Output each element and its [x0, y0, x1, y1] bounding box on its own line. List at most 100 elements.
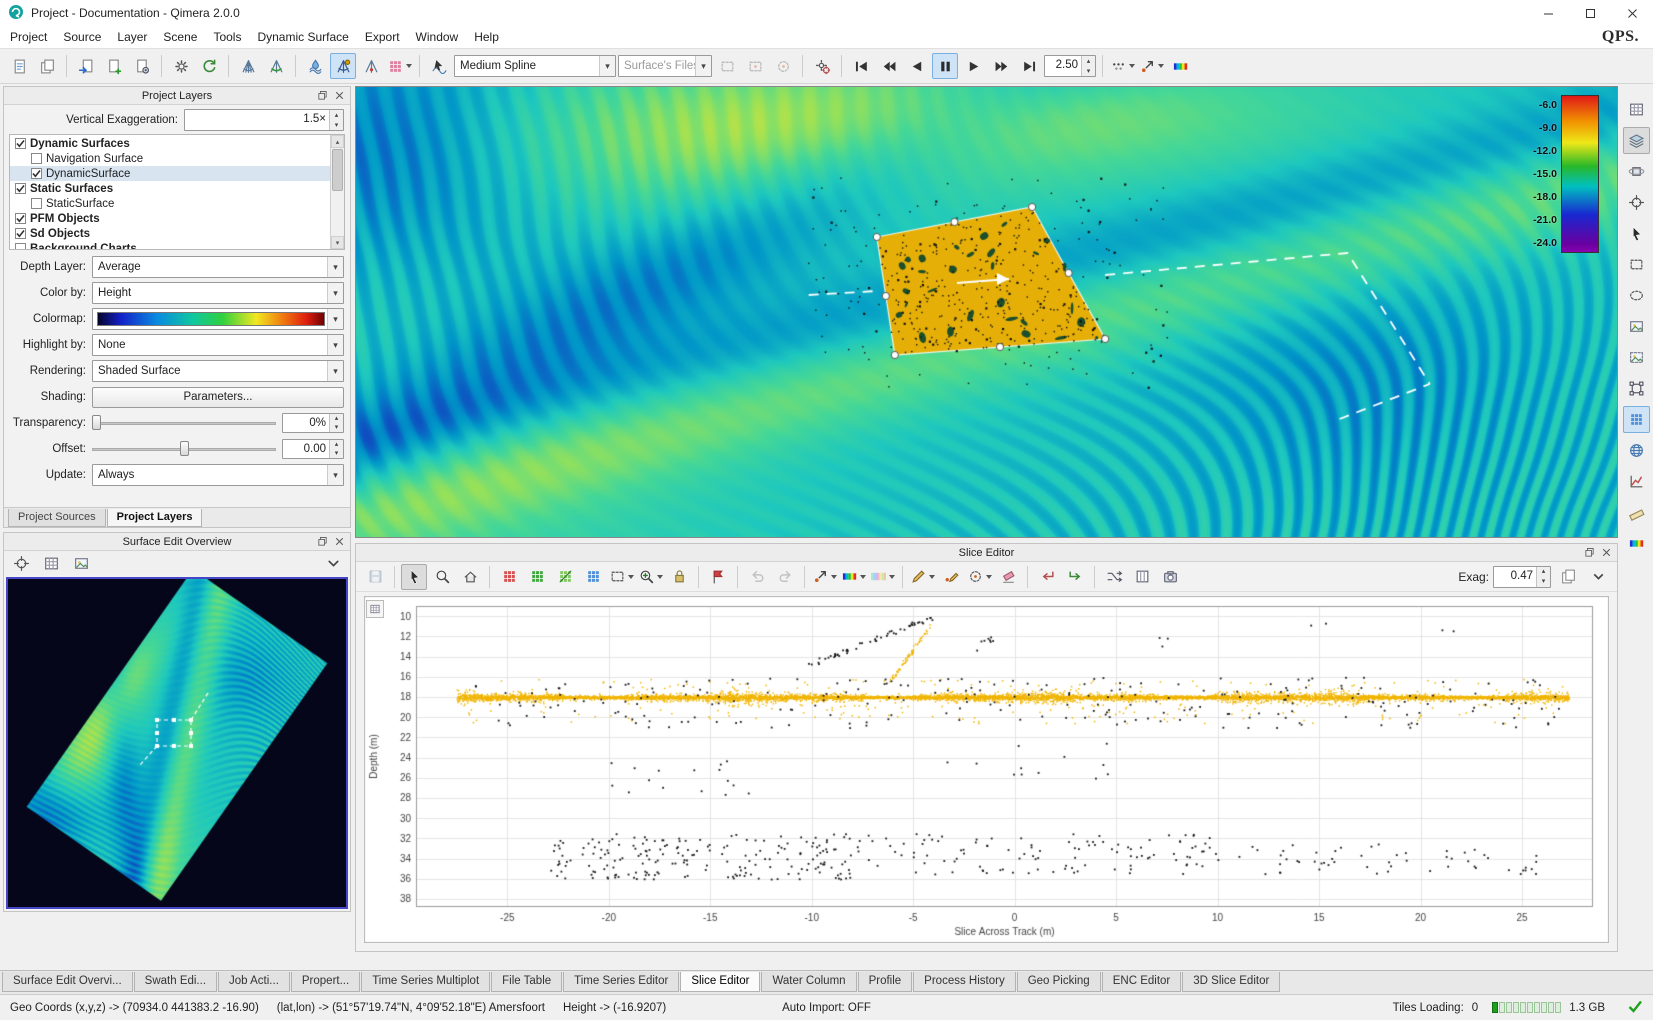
open-project-button[interactable]	[34, 53, 60, 79]
plot-options-button[interactable]	[366, 600, 384, 618]
pause-button[interactable]	[932, 53, 958, 79]
tab-time-series-multiplot[interactable]: Time Series Multiplot	[361, 972, 490, 992]
tab-job-acti[interactable]: Job Acti...	[218, 972, 290, 992]
eraser-button[interactable]	[995, 564, 1021, 590]
menu-dynamic-surface[interactable]: Dynamic Surface	[249, 27, 356, 47]
depth-layer-select[interactable]: Average ▾	[92, 256, 344, 278]
next-slice-button[interactable]	[1062, 564, 1088, 590]
frame-select-button[interactable]	[1623, 375, 1650, 402]
close-panel-icon[interactable]	[1598, 545, 1615, 561]
image-select-button[interactable]	[1623, 344, 1650, 371]
mini-colormap-button[interactable]	[1623, 530, 1650, 557]
export-surface-button[interactable]	[129, 53, 155, 79]
globe-view-button[interactable]	[1623, 437, 1650, 464]
tab-3d-slice-editor[interactable]: 3D Slice Editor	[1182, 972, 1280, 992]
tab-propert[interactable]: Propert...	[291, 972, 360, 992]
shading-parameters-button[interactable]: Parameters...	[92, 387, 344, 408]
tab-swath-edi[interactable]: Swath Edi...	[134, 972, 217, 992]
reject-soundings-button[interactable]	[496, 564, 522, 590]
offset-spin[interactable]: 0.00 ▴▾	[282, 439, 344, 459]
water-column-mode-button[interactable]	[302, 53, 328, 79]
copy-plot-button[interactable]	[1555, 564, 1581, 590]
collapse-toolbar-button[interactable]	[1585, 564, 1611, 590]
surface-overview-canvas[interactable]	[8, 579, 346, 907]
lasso-select-button[interactable]	[1623, 251, 1650, 278]
transparency-spin[interactable]: 0% ▴▾	[282, 413, 344, 433]
transparency-slider[interactable]	[92, 414, 276, 432]
spin-up-icon[interactable]: ▴	[330, 440, 343, 449]
tree-item-sd-objects[interactable]: Sd Objects	[10, 226, 330, 241]
menu-layer[interactable]: Layer	[109, 27, 155, 47]
tab-slice-editor[interactable]: Slice Editor	[680, 972, 760, 992]
skip-to-start-button[interactable]	[848, 53, 874, 79]
orbit-view-button[interactable]	[1623, 158, 1650, 185]
select-rect-button[interactable]	[608, 564, 635, 590]
update-select[interactable]: Always ▾	[92, 464, 344, 486]
tree-item-pfm-objects[interactable]: PFM Objects	[10, 211, 330, 226]
close-panel-icon[interactable]	[331, 88, 348, 104]
color-by-button[interactable]	[840, 564, 867, 590]
tab-file-table[interactable]: File Table	[491, 972, 562, 992]
processing-settings-button[interactable]	[809, 53, 835, 79]
playback-speed[interactable]: 2.50▴▾	[1044, 55, 1096, 77]
add-processed-files-button[interactable]	[101, 53, 127, 79]
spin-up-icon[interactable]: ▴	[330, 414, 343, 423]
point-display-button[interactable]	[1109, 53, 1136, 79]
minimize-button[interactable]	[1527, 0, 1569, 26]
zoom-select-button[interactable]	[637, 564, 664, 590]
recenter-button[interactable]	[8, 550, 34, 576]
menu-help[interactable]: Help	[466, 27, 507, 47]
scroll-thumb[interactable]	[332, 149, 343, 191]
float-panel-icon[interactable]	[314, 88, 331, 104]
select-cursor-button[interactable]	[401, 564, 427, 590]
slider-thumb[interactable]	[92, 415, 101, 430]
tab-water-column[interactable]: Water Column	[761, 972, 856, 992]
menu-source[interactable]: Source	[55, 27, 109, 47]
checkbox[interactable]	[15, 243, 26, 249]
reprocess-button[interactable]	[196, 53, 222, 79]
float-panel-icon[interactable]	[1581, 545, 1598, 561]
color-by-select[interactable]: Height ▾	[92, 282, 344, 304]
spin-down-icon[interactable]: ▾	[1082, 66, 1095, 76]
new-project-button[interactable]	[6, 53, 32, 79]
slice-edit-mode-button[interactable]	[330, 53, 356, 79]
bathymetry-canvas[interactable]	[356, 87, 1617, 537]
checkbox[interactable]	[15, 138, 26, 149]
spline-mode-select[interactable]: Medium Spline▾	[454, 55, 616, 77]
prev-slice-button[interactable]	[1034, 564, 1060, 590]
point-select-button[interactable]	[1138, 53, 1165, 79]
point-region-button[interactable]	[966, 564, 993, 590]
highlight-by-select[interactable]: None ▾	[92, 334, 344, 356]
checkbox[interactable]	[15, 228, 26, 239]
skip-to-end-button[interactable]	[1016, 53, 1042, 79]
menu-window[interactable]: Window	[408, 27, 467, 47]
snapshot-button[interactable]	[1157, 564, 1183, 590]
scroll-down-icon[interactable]: ▾	[331, 236, 344, 249]
spin-down-icon[interactable]: ▾	[330, 423, 343, 432]
tab-process-history[interactable]: Process History	[913, 972, 1016, 992]
tab-profile[interactable]: Profile	[858, 972, 913, 992]
close-button[interactable]	[1611, 0, 1653, 26]
offset-slider[interactable]	[92, 440, 276, 458]
slice-plot-canvas[interactable]	[364, 596, 1609, 943]
menu-project[interactable]: Project	[2, 27, 55, 47]
grid-display-button[interactable]	[38, 550, 64, 576]
multibeam-tools-button[interactable]	[235, 53, 261, 79]
recenter-view-button[interactable]	[1623, 189, 1650, 216]
checkbox[interactable]	[31, 153, 42, 164]
colormap-button[interactable]	[1167, 53, 1193, 79]
spin-up-icon[interactable]: ▴	[330, 110, 343, 120]
menu-tools[interactable]: Tools	[205, 27, 249, 47]
select-region-button[interactable]	[580, 564, 606, 590]
profile-chart-button[interactable]	[1623, 468, 1650, 495]
fast-rewind-button[interactable]	[876, 53, 902, 79]
checkbox[interactable]	[31, 168, 42, 179]
colormap-select[interactable]: ▾	[92, 308, 344, 330]
spin-down-icon[interactable]: ▾	[330, 120, 343, 130]
checkbox[interactable]	[31, 198, 42, 209]
measure-tool-button[interactable]	[1623, 499, 1650, 526]
edit-pencil-button[interactable]	[909, 564, 936, 590]
snapshot-button[interactable]	[68, 550, 94, 576]
tab-surface-edit-overvi[interactable]: Surface Edit Overvi...	[2, 972, 133, 992]
exag-spin[interactable]: 0.47 ▴▾	[1493, 566, 1551, 588]
